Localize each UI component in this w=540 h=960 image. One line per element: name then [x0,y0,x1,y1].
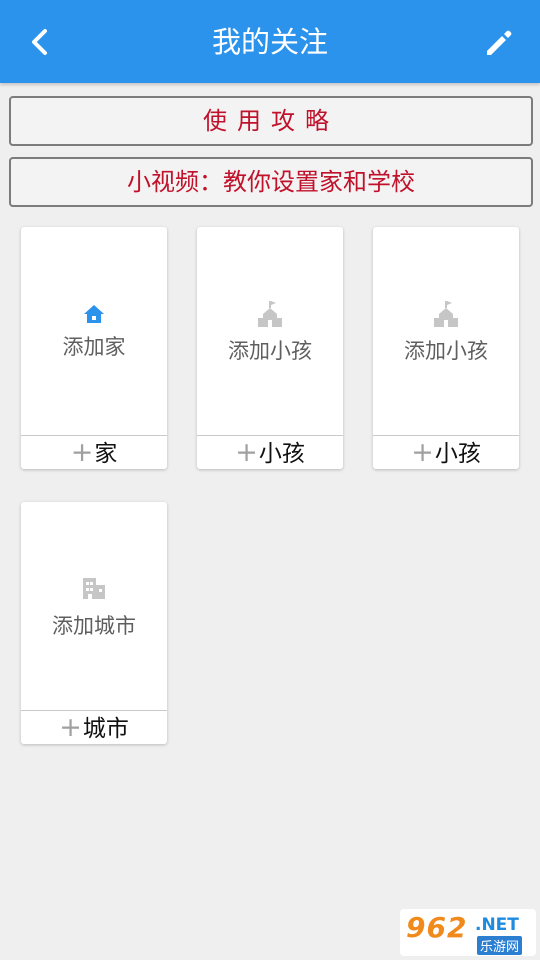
school-icon [258,301,282,327]
card-body[interactable]: 添加家 [21,227,167,435]
plus-icon: + [411,437,434,468]
page-title: 我的关注 [211,25,328,59]
app-header: 我的关注 [0,0,540,83]
card-footer-label: 小孩 [434,441,481,467]
card-label: 添加城市 [52,614,136,638]
building-icon [83,578,105,599]
card-footer[interactable]: +小孩 [197,435,343,469]
card-footer-label: 小孩 [258,441,305,467]
school-icon [434,301,458,327]
card-label: 添加小孩 [228,339,312,363]
card-footer[interactable]: +家 [21,435,167,469]
watermark-number: 962 [406,911,468,944]
watermark-suffix: .NET [475,915,519,935]
add-child-card[interactable]: 添加小孩 +小孩 [197,227,343,469]
add-home-card[interactable]: 添加家 +家 [21,227,167,469]
home-icon [84,305,104,323]
add-child-card[interactable]: 添加小孩 +小孩 [373,227,519,469]
guide-banner-button[interactable]: 使用攻略 [9,96,533,146]
plus-icon: + [59,712,82,743]
card-footer-label: 城市 [82,716,129,742]
card-footer[interactable]: +小孩 [373,435,519,469]
plus-icon: + [70,437,94,468]
card-body[interactable]: 添加小孩 [373,227,519,435]
video-tutorial-button[interactable]: 小视频：教你设置家和学校 [9,157,533,207]
pencil-icon[interactable] [478,22,518,62]
watermark-logo: 962 .NET 乐游网 [400,909,536,956]
card-label: 添加小孩 [404,339,488,363]
add-city-card[interactable]: 添加城市 +城市 [21,502,167,744]
card-footer[interactable]: +城市 [21,710,167,744]
card-footer-label: 家 [94,441,118,467]
card-label: 添加家 [62,335,126,359]
watermark-subtitle: 乐游网 [477,936,523,955]
card-body[interactable]: 添加小孩 [197,227,343,435]
plus-icon: + [235,437,258,468]
card-body[interactable]: 添加城市 [21,502,167,710]
